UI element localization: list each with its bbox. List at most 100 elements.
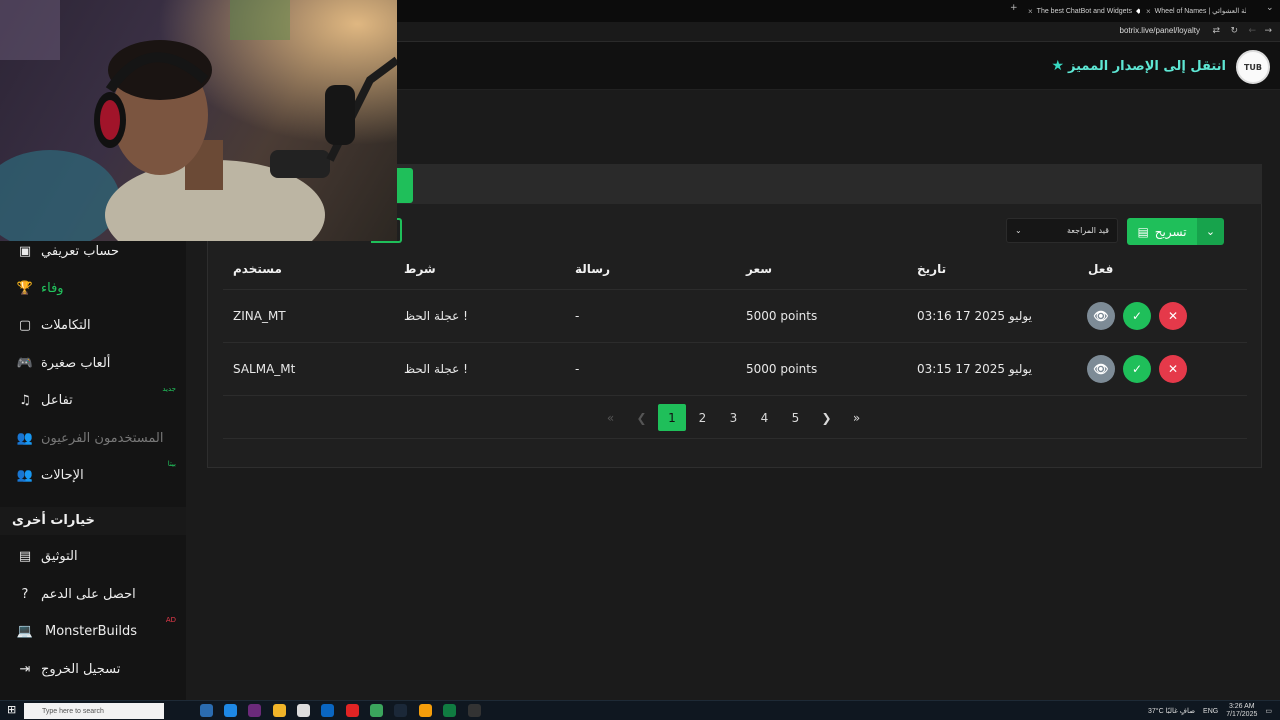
- url-text[interactable]: botrix.live/panel/loyalty: [1120, 26, 1200, 35]
- premium-link[interactable]: انتقل إلى الإصدار المميز ★: [1051, 58, 1226, 74]
- sidebar-item-label: حساب تعريفي: [41, 243, 120, 259]
- row-date: يوليو 2025 17 03:15: [917, 362, 1032, 376]
- sidebar-item-label: ألعاب صغيرة: [41, 355, 111, 371]
- logo-text: TUB: [1243, 62, 1263, 72]
- document-icon: ▤: [18, 548, 32, 564]
- panel-tab-indicator[interactable]: [397, 168, 413, 203]
- row-message: -: [575, 362, 580, 376]
- windows-start-icon[interactable]: ⊞: [7, 703, 16, 716]
- app-icon[interactable]: [468, 704, 481, 717]
- first-page-icon[interactable]: «: [597, 404, 624, 431]
- language-indicator[interactable]: ENG: [1203, 708, 1218, 715]
- table-divider: [223, 438, 1247, 439]
- approve-button[interactable]: ✓: [1123, 355, 1151, 383]
- row-user: ZINA_MT: [233, 309, 286, 323]
- row-price: 5000 points: [746, 362, 818, 376]
- channel-avatar[interactable]: TUB: [1236, 50, 1270, 84]
- tab-title: Wheel of Names | عجلة العشوائي: [1154, 8, 1246, 15]
- status-filter-select[interactable]: ⌄ قيد المراجعة: [1006, 218, 1118, 243]
- row-message: -: [575, 309, 580, 323]
- chevron-down-icon: ⌄: [1205, 225, 1216, 238]
- eye-icon: 👁: [1093, 362, 1109, 376]
- approve-button[interactable]: ✓: [1123, 302, 1151, 330]
- page-button[interactable]: 4: [751, 404, 778, 431]
- sidebar-item-docs[interactable]: ▤ التوثيق: [0, 541, 186, 571]
- browser-tab[interactable]: × The best ChatBot and Widgets ◆: [1028, 3, 1140, 19]
- column-header-action: فعل: [1088, 262, 1114, 276]
- star-icon: ★: [1051, 58, 1065, 74]
- sidebar-item-monsterbuilds[interactable]: 💻 MonsterBuilds AD: [0, 616, 186, 646]
- user-group-icon: 👥: [16, 467, 34, 483]
- export-dropdown-button[interactable]: ⌄: [1197, 218, 1224, 245]
- sidebar-item-minigames[interactable]: 🎮 ألعاب صغيرة: [0, 348, 186, 378]
- view-button[interactable]: 👁: [1087, 355, 1115, 383]
- app-icon[interactable]: [419, 704, 432, 717]
- weather-text[interactable]: 37°C صافٍ غالبًا: [1148, 707, 1195, 715]
- sidebar-item-label: المستخدمون الفرعيون: [41, 430, 164, 446]
- steam-icon[interactable]: [394, 704, 407, 717]
- youtube-icon[interactable]: [346, 704, 359, 717]
- sidebar-other-list: ▤ التوثيق ? احصل على الدعم 💻 MonsterBuil…: [0, 535, 186, 700]
- prev-page-icon[interactable]: ❮: [628, 404, 655, 431]
- forward-icon[interactable]: →: [1264, 26, 1272, 36]
- column-header-price: سعر: [746, 262, 773, 276]
- close-tab-icon[interactable]: ×: [1146, 7, 1151, 16]
- sidebar-item-logout[interactable]: ⇥ تسجيل الخروج: [0, 654, 186, 684]
- sidebar-item-integrations[interactable]: ▢ التكاملات: [0, 310, 186, 340]
- column-header-message: رسالة: [575, 262, 610, 276]
- sidebar-item-subusers[interactable]: 👥 المستخدمون الفرعيون: [0, 423, 186, 453]
- tab-title: The best ChatBot and Widgets: [1036, 7, 1133, 15]
- clock[interactable]: 3:26 AM 7/17/2025: [1226, 703, 1257, 719]
- eye-icon: 👁: [1093, 309, 1109, 323]
- app-icon[interactable]: [248, 704, 261, 717]
- ad-badge: AD: [165, 616, 176, 624]
- export-button[interactable]: تسريح ▤: [1127, 218, 1197, 245]
- sidebar-item-label: تسجيل الخروج: [41, 661, 121, 677]
- translate-icon[interactable]: ⇄: [1212, 26, 1220, 36]
- reload-icon[interactable]: ↻: [1230, 26, 1238, 36]
- taskbar-search-placeholder: Type here to search: [42, 707, 104, 715]
- page-button[interactable]: 3: [720, 404, 747, 431]
- music-icon: ♫: [19, 392, 31, 408]
- sidebar-item-support[interactable]: ? احصل على الدعم: [0, 579, 186, 609]
- reject-button[interactable]: ✕: [1159, 355, 1187, 383]
- edge-icon[interactable]: [224, 704, 237, 717]
- row-price: 5000 points: [746, 309, 818, 323]
- mail-icon[interactable]: [321, 704, 334, 717]
- sidebar-item-referrals[interactable]: 👥 الإحالات بيتا: [0, 460, 186, 490]
- trophy-icon: 🏆: [16, 280, 34, 296]
- column-header-date: تاريخ: [917, 262, 947, 276]
- close-tab-icon[interactable]: ×: [1028, 7, 1033, 16]
- sidebar-item-label: احصل على الدعم: [41, 586, 136, 602]
- file-explorer-icon[interactable]: [273, 704, 286, 717]
- table-divider: [223, 289, 1247, 290]
- view-button[interactable]: 👁: [1087, 302, 1115, 330]
- new-tab-icon[interactable]: +: [1010, 3, 1018, 13]
- chrome-icon[interactable]: [370, 704, 383, 717]
- page-button-current[interactable]: 1: [658, 404, 686, 431]
- new-badge: جديد: [162, 385, 176, 393]
- taskbar-search-input[interactable]: Type here to search: [24, 703, 164, 719]
- sidebar-item-interaction[interactable]: ♫ تفاعل جديد: [0, 385, 186, 415]
- sidebar-item-label: وفاء: [41, 280, 64, 296]
- excel-icon[interactable]: [443, 704, 456, 717]
- notification-icon[interactable]: ▭: [1265, 707, 1272, 715]
- app-icon[interactable]: [200, 704, 213, 717]
- logout-icon: ⇥: [19, 661, 31, 677]
- tab-list-chevron-icon[interactable]: ⌄: [1266, 3, 1274, 13]
- id-card-icon: ▣: [18, 243, 32, 259]
- sidebar-item-label: التكاملات: [41, 317, 91, 333]
- browser-tab[interactable]: × Wheel of Names | عجلة العشوائي: [1146, 3, 1246, 19]
- sidebar-item-loyalty[interactable]: 🏆 وفاء: [0, 273, 186, 303]
- back-icon[interactable]: ←: [1248, 26, 1256, 36]
- store-icon[interactable]: [297, 704, 310, 717]
- next-page-icon[interactable]: ❯: [813, 404, 840, 431]
- export-label: تسريح: [1154, 224, 1187, 239]
- last-page-icon[interactable]: »: [843, 404, 870, 431]
- premium-label: انتقل إلى الإصدار المميز: [1068, 58, 1226, 74]
- question-icon: ?: [21, 586, 29, 602]
- sidebar-item-label: MonsterBuilds: [45, 623, 138, 639]
- page-button[interactable]: 2: [689, 404, 716, 431]
- reject-button[interactable]: ✕: [1159, 302, 1187, 330]
- page-button[interactable]: 5: [782, 404, 809, 431]
